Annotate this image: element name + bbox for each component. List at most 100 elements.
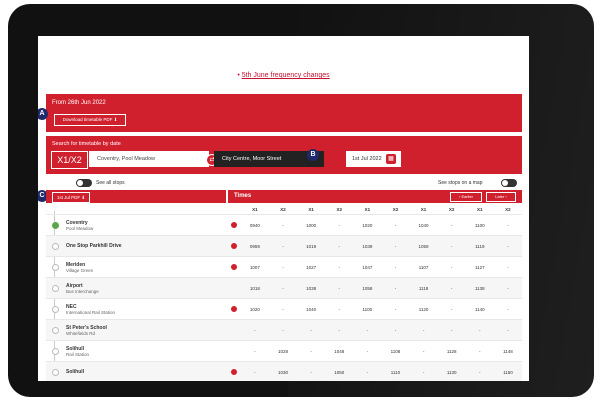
- stop-detail: Village Green: [66, 267, 94, 273]
- time-cell: -: [409, 319, 438, 341]
- route-column-header: X2: [437, 204, 466, 215]
- time-cell: -: [353, 361, 382, 381]
- time-cell: 1150: [493, 361, 522, 381]
- stop-detail: Whitefields Rd: [66, 330, 96, 336]
- time-cell: -: [465, 361, 494, 381]
- time-cell: 1127: [465, 256, 494, 278]
- time-cell: 1040: [409, 214, 438, 236]
- route-column-header: X1: [297, 204, 326, 215]
- stops-header: 1st Jul PDF ⬇: [46, 190, 226, 203]
- times-title: Times: [234, 193, 252, 199]
- time-cell: 1130: [437, 361, 466, 381]
- time-cell: -: [437, 298, 466, 320]
- frequency-changes-link[interactable]: • 5th June frequency changes: [38, 72, 529, 79]
- time-cell: 1027: [297, 256, 326, 278]
- time-cell: 1028: [268, 340, 298, 362]
- stop-cell: Coventry Pool Meadow: [46, 214, 241, 236]
- time-cell: -: [240, 361, 269, 381]
- stop-info-icon[interactable]: [230, 369, 237, 375]
- map-toggle[interactable]: [501, 179, 517, 187]
- stop-info-icon[interactable]: [230, 264, 237, 270]
- time-cell: -: [465, 340, 494, 362]
- stop-dot-icon: [52, 327, 59, 334]
- time-cell: -: [325, 235, 354, 257]
- stop-info-icon[interactable]: [230, 306, 237, 312]
- route-column-header: X1: [409, 204, 438, 215]
- calendar-icon[interactable]: ▦: [386, 154, 396, 164]
- time-cell: -: [381, 235, 410, 257]
- route-column-header: X2: [325, 204, 354, 215]
- time-cell: -: [297, 361, 326, 381]
- time-cell: -: [493, 235, 522, 257]
- time-cell: -: [437, 256, 466, 278]
- stop-dot-icon: [52, 243, 59, 250]
- see-all-stops-toggle[interactable]: [76, 179, 92, 187]
- time-cell: -: [381, 256, 410, 278]
- later-button[interactable]: Later ›: [486, 192, 516, 202]
- time-cell: -: [381, 319, 410, 341]
- stop-cell: Meriden Village Green: [46, 256, 241, 278]
- time-cell: 1038: [297, 277, 326, 299]
- time-cell: 1138: [465, 277, 494, 299]
- stop-cell: St Peter's School Whitefields Rd: [46, 319, 241, 341]
- stop-info-icon[interactable]: [230, 222, 237, 228]
- from-stop-input[interactable]: Coventry, Pool Meadow: [89, 151, 209, 167]
- route-column-header: X1: [240, 204, 269, 215]
- time-cell: -: [493, 319, 522, 341]
- search-by-date-label: Search for timetable by date: [52, 141, 121, 147]
- stop-dot-icon: [52, 222, 59, 229]
- time-cell: 1020: [240, 298, 269, 320]
- time-cell: 0940: [240, 214, 269, 236]
- time-cell: -: [325, 319, 354, 341]
- time-cell: -: [240, 319, 269, 341]
- time-cell: -: [381, 277, 410, 299]
- timetable-banner: From 26th Jun 2022 Download timetable PD…: [46, 94, 522, 132]
- timetable: X1 X2 X1 X2 X1 X2 X1 X2 X1 X2 Coventry Pool Meadow…: [46, 204, 522, 381]
- table-row: NEC International Rail Station 1020-1040-1…: [46, 298, 522, 320]
- stop-info-icon[interactable]: [230, 243, 237, 249]
- stop-cell: NEC International Rail Station: [46, 298, 241, 320]
- table-row: One Stop Parkhill Drive 0959-1019-1039-10…: [46, 235, 522, 257]
- time-cell: 1030: [268, 361, 298, 381]
- time-cell: -: [381, 298, 410, 320]
- table-row: Meriden Village Green 1007-1027-1047-1107-…: [46, 256, 522, 278]
- time-cell: 1047: [353, 256, 382, 278]
- time-cell: -: [493, 214, 522, 236]
- time-cell: 1100: [465, 214, 494, 236]
- table-row: Airport Bus Interchange 1018-1038-1058-111…: [46, 277, 522, 299]
- time-cell: 1019: [297, 235, 326, 257]
- download-pdf-button[interactable]: Download timetable PDF ⬇: [54, 114, 126, 126]
- date-search-panel: Search for timetable by date X1/X2 Coven…: [46, 136, 522, 174]
- time-cell: -: [381, 214, 410, 236]
- marker-b: B: [307, 149, 319, 161]
- from-date-label: From 26th Jun 2022: [52, 100, 106, 106]
- table-row: St Peter's School Whitefields Rd - - - - - - - - -…: [46, 319, 522, 341]
- time-cell: 1018: [240, 277, 269, 299]
- earlier-button[interactable]: ‹ Earlier: [450, 192, 482, 202]
- time-cell: -: [437, 214, 466, 236]
- stop-detail: Rail Station: [66, 351, 90, 357]
- time-cell: -: [409, 340, 438, 362]
- time-cell: 0959: [240, 235, 269, 257]
- time-cell: 1058: [353, 277, 382, 299]
- date-pdf-button[interactable]: 1st Jul PDF ⬇: [52, 192, 90, 203]
- see-stops-map-label: See stops on a map: [438, 180, 483, 186]
- table-row: Solihull -1030-1050-1110-1130-1150: [46, 361, 522, 381]
- stop-dot-icon: [52, 264, 59, 271]
- route-column-header: X2: [268, 204, 298, 215]
- time-cell: 1110: [381, 361, 410, 381]
- time-cell: 1100: [353, 298, 382, 320]
- stop-cell: Airport Bus Interchange: [46, 277, 241, 299]
- time-cell: 1048: [325, 340, 354, 362]
- time-cell: -: [437, 235, 466, 257]
- time-cell: -: [297, 319, 326, 341]
- time-cell: -: [353, 340, 382, 362]
- time-cell: -: [353, 319, 382, 341]
- stop-detail: Bus Interchange: [66, 288, 99, 294]
- time-cell: 1128: [437, 340, 466, 362]
- time-cell: -: [268, 298, 298, 320]
- time-cell: 1107: [409, 256, 438, 278]
- time-cell: -: [325, 214, 354, 236]
- time-cell: -: [465, 319, 494, 341]
- time-cell: 1039: [353, 235, 382, 257]
